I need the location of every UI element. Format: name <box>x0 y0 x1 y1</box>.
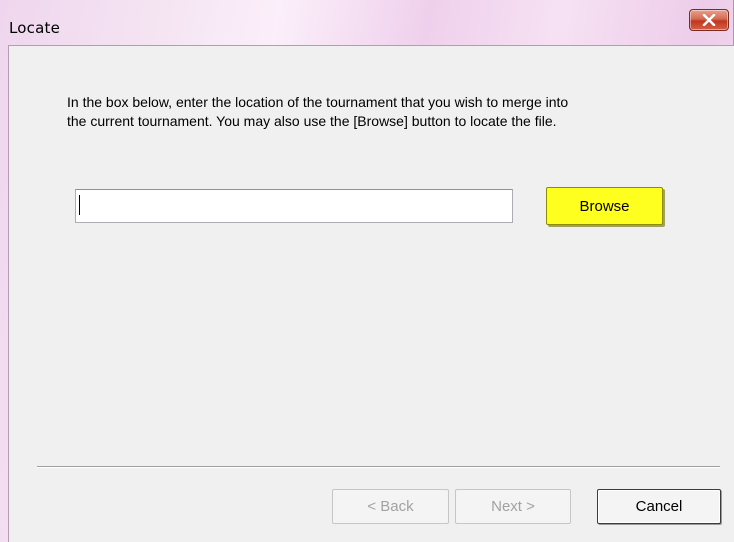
next-button[interactable]: Next > <box>455 489 571 524</box>
instructions-line-1: In the box below, enter the location of … <box>67 94 569 110</box>
back-button[interactable]: < Back <box>332 489 449 524</box>
title-bar[interactable]: Locate <box>0 0 734 45</box>
dialog-body: In the box below, enter the location of … <box>8 45 734 542</box>
text-caret <box>79 195 80 215</box>
instructions-line-2: the current tournament. You may also use… <box>67 113 557 129</box>
browse-button[interactable]: Browse <box>546 187 663 225</box>
cancel-button[interactable]: Cancel <box>597 489 721 524</box>
close-x-icon <box>702 14 716 26</box>
locate-dialog: Locate In the box below, enter the locat… <box>0 0 734 542</box>
footer-separator <box>37 466 720 468</box>
instructions-text: In the box below, enter the location of … <box>67 93 667 131</box>
close-button[interactable] <box>689 9 729 31</box>
tournament-location-input[interactable] <box>75 189 513 223</box>
window-title: Locate <box>9 19 61 37</box>
